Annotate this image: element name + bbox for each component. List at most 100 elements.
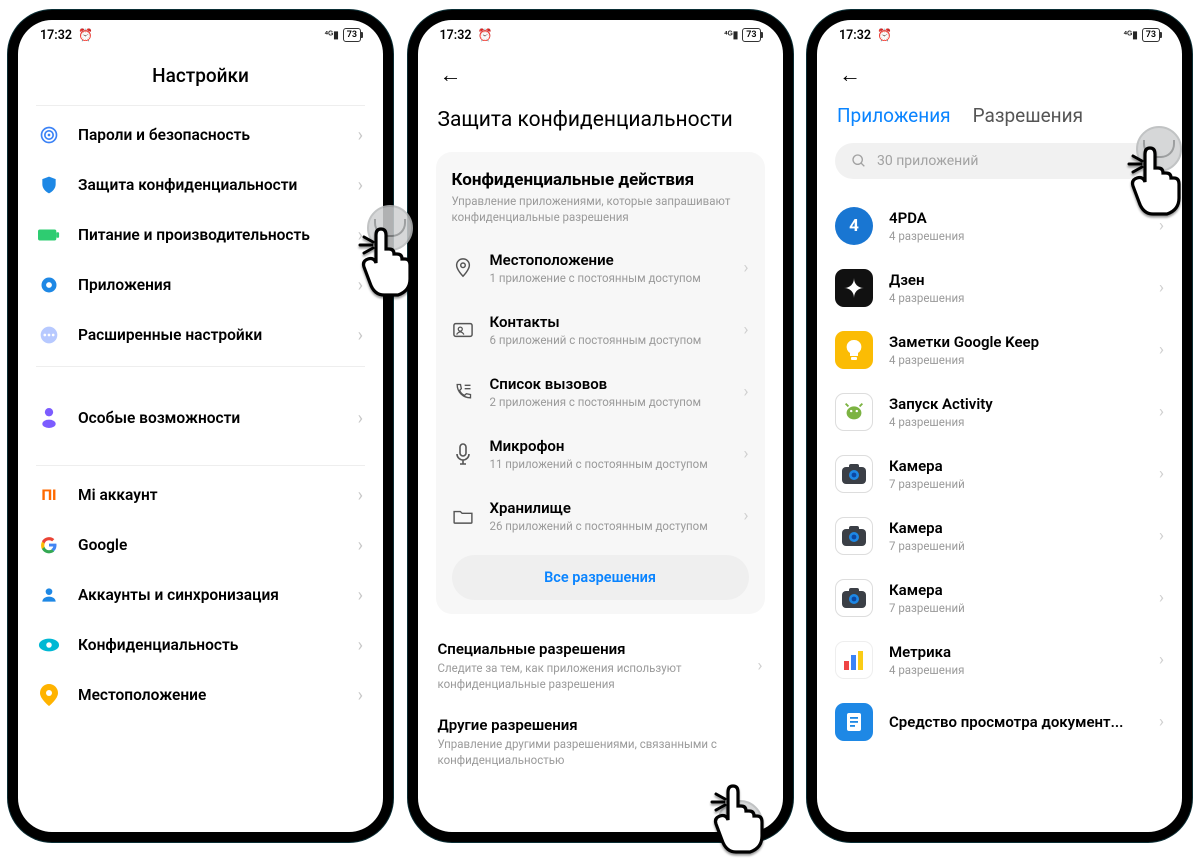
back-button[interactable]: ← bbox=[839, 63, 861, 88]
app-row-camera-2[interactable]: Камера 7 разрешений › bbox=[835, 505, 1164, 567]
perm-row-storage[interactable]: Хранилище 26 приложений с постоянным дос… bbox=[452, 485, 749, 547]
chevron-right-icon: › bbox=[358, 408, 363, 429]
row-label: Особые возможности bbox=[78, 409, 358, 427]
signal-icon: ⁴ᴳ▮ bbox=[1123, 30, 1137, 41]
row-accessibility[interactable]: Особые возможности › bbox=[36, 393, 365, 443]
card-subtitle: Управление приложениями, которые запраши… bbox=[452, 194, 749, 225]
microphone-icon bbox=[452, 443, 474, 465]
page-title: Защита конфиденциальности bbox=[436, 94, 765, 152]
app-row-dzen[interactable]: Дзен 4 разрешения › bbox=[835, 257, 1164, 319]
row-label: Защита конфиденциальности bbox=[78, 176, 358, 194]
app-icon bbox=[835, 455, 873, 493]
row-google[interactable]: Google › bbox=[36, 520, 365, 570]
row-label: Приложения bbox=[78, 276, 358, 294]
perm-label: Контакты bbox=[490, 313, 744, 331]
perm-label: Микрофон bbox=[490, 437, 744, 455]
app-row-camera-1[interactable]: Камера 7 разрешений › bbox=[835, 443, 1164, 505]
row-label: Пароли и безопасность bbox=[78, 126, 358, 144]
app-row-metrica[interactable]: Метрика 4 разрешения › bbox=[835, 629, 1164, 691]
perm-label: Список вызовов bbox=[490, 375, 744, 393]
app-row-docviewer[interactable]: Средство просмотра документ... › bbox=[835, 691, 1164, 743]
shield-icon bbox=[38, 174, 60, 196]
watermark-badge bbox=[1136, 126, 1182, 172]
status-time: 17:32 bbox=[40, 28, 72, 43]
phone-frame-2: 17:32 ⏰ ⁴ᴳ▮ 73 ← Защита конфиденциальнос… bbox=[408, 10, 793, 842]
chevron-right-icon: › bbox=[358, 275, 363, 296]
location-pin-icon bbox=[452, 258, 474, 278]
row-privacy[interactable]: Конфиденциальность › bbox=[36, 620, 365, 670]
chevron-right-icon: › bbox=[358, 685, 363, 706]
perm-label: Хранилище bbox=[490, 499, 744, 517]
row-passwords[interactable]: Пароли и безопасность › bbox=[36, 110, 365, 160]
app-sub: 7 разрешений bbox=[889, 539, 1143, 553]
battery-icon: 73 bbox=[343, 28, 361, 42]
row-label: Другие разрешения bbox=[438, 716, 763, 734]
perm-row-mic[interactable]: Микрофон 11 приложений с постоянным дост… bbox=[452, 423, 749, 485]
app-row-activity[interactable]: Запуск Activity 4 разрешения › bbox=[835, 381, 1164, 443]
mi-icon: ΠΙ bbox=[38, 484, 60, 506]
perm-row-location[interactable]: Местоположение 1 приложение с постоянным… bbox=[452, 237, 749, 299]
status-time: 17:32 bbox=[440, 28, 472, 43]
chevron-right-icon: › bbox=[743, 258, 748, 278]
chevron-right-icon: › bbox=[743, 382, 748, 402]
chevron-right-icon: › bbox=[358, 325, 363, 346]
app-sub: 4 разрешения bbox=[889, 291, 1143, 305]
row-other-permissions[interactable]: Другие разрешения Управление другими раз… bbox=[436, 704, 765, 768]
app-sub: 4 разрешения bbox=[889, 229, 1143, 243]
app-sub: 4 разрешения bbox=[889, 353, 1143, 367]
chevron-right-icon: › bbox=[1159, 278, 1164, 298]
chevron-right-icon: › bbox=[743, 444, 748, 464]
row-special-permissions[interactable]: Специальные разрешения Следите за тем, к… bbox=[436, 628, 765, 704]
phone-frame-3: 17:32 ⏰ ⁴ᴳ▮ 73 ← Приложения Разрешения 3… bbox=[807, 10, 1192, 842]
row-label: Аккаунты и синхронизация bbox=[78, 586, 358, 604]
watermark-badge bbox=[717, 800, 763, 846]
app-row-keep[interactable]: Заметки Google Keep 4 разрешения › bbox=[835, 319, 1164, 381]
chevron-right-icon: › bbox=[743, 506, 748, 526]
row-label: Mi аккаунт bbox=[78, 486, 358, 504]
app-icon: 4 bbox=[835, 207, 873, 245]
app-sub: 7 разрешений bbox=[889, 601, 1143, 615]
row-location[interactable]: Местоположение › bbox=[36, 670, 365, 720]
row-privacy-protection[interactable]: Защита конфиденциальности › bbox=[36, 160, 365, 210]
chevron-right-icon: › bbox=[358, 125, 363, 146]
app-label: Средство просмотра документ... bbox=[889, 713, 1143, 731]
watermark-badge bbox=[367, 205, 413, 251]
app-label: Камера bbox=[889, 457, 1143, 475]
perm-row-contacts[interactable]: Контакты 6 приложений с постоянным досту… bbox=[452, 299, 749, 361]
chevron-right-icon: › bbox=[358, 635, 363, 656]
search-icon bbox=[851, 153, 867, 169]
row-apps[interactable]: Приложения › bbox=[36, 260, 365, 310]
tab-apps[interactable]: Приложения bbox=[837, 104, 951, 127]
search-input[interactable]: 30 приложений bbox=[835, 143, 1164, 179]
row-label: Питание и производительность bbox=[78, 226, 358, 244]
app-icon bbox=[835, 641, 873, 679]
chevron-right-icon: › bbox=[1159, 340, 1164, 360]
app-row-camera-3[interactable]: Камера 7 разрешений › bbox=[835, 567, 1164, 629]
signal-icon: ⁴ᴳ▮ bbox=[324, 30, 338, 41]
perm-row-calls[interactable]: Список вызовов 2 приложения с постоянным… bbox=[452, 361, 749, 423]
phone-list-icon bbox=[452, 382, 474, 402]
alarm-icon: ⏰ bbox=[477, 28, 492, 42]
perm-sub: 1 приложение с постоянным доступом bbox=[490, 271, 744, 285]
app-icon bbox=[835, 331, 873, 369]
row-advanced[interactable]: Расширенные настройки › bbox=[36, 310, 365, 360]
app-row-4pda[interactable]: 4 4PDA 4 разрешения › bbox=[835, 195, 1164, 257]
row-battery-perf[interactable]: Питание и производительность › bbox=[36, 210, 365, 260]
row-mi-account[interactable]: ΠΙ Mi аккаунт › bbox=[36, 470, 365, 520]
chevron-right-icon: › bbox=[757, 656, 762, 676]
row-sub: Следите за тем, как приложения использую… bbox=[438, 661, 748, 692]
back-button[interactable]: ← bbox=[440, 63, 462, 88]
app-icon bbox=[835, 579, 873, 617]
folder-icon bbox=[452, 508, 474, 524]
chevron-right-icon: › bbox=[1159, 216, 1164, 236]
app-sub: 4 разрешения bbox=[889, 663, 1143, 677]
tab-permissions[interactable]: Разрешения bbox=[973, 104, 1083, 127]
perm-sub: 26 приложений с постоянным доступом bbox=[490, 519, 744, 533]
all-permissions-button[interactable]: Все разрешения bbox=[452, 555, 749, 600]
chevron-right-icon: › bbox=[1159, 588, 1164, 608]
row-accounts-sync[interactable]: Аккаунты и синхронизация › bbox=[36, 570, 365, 620]
app-label: Метрика bbox=[889, 643, 1143, 661]
search-placeholder: 30 приложений bbox=[877, 153, 978, 169]
alarm-icon: ⏰ bbox=[877, 28, 892, 42]
app-icon bbox=[835, 703, 873, 741]
